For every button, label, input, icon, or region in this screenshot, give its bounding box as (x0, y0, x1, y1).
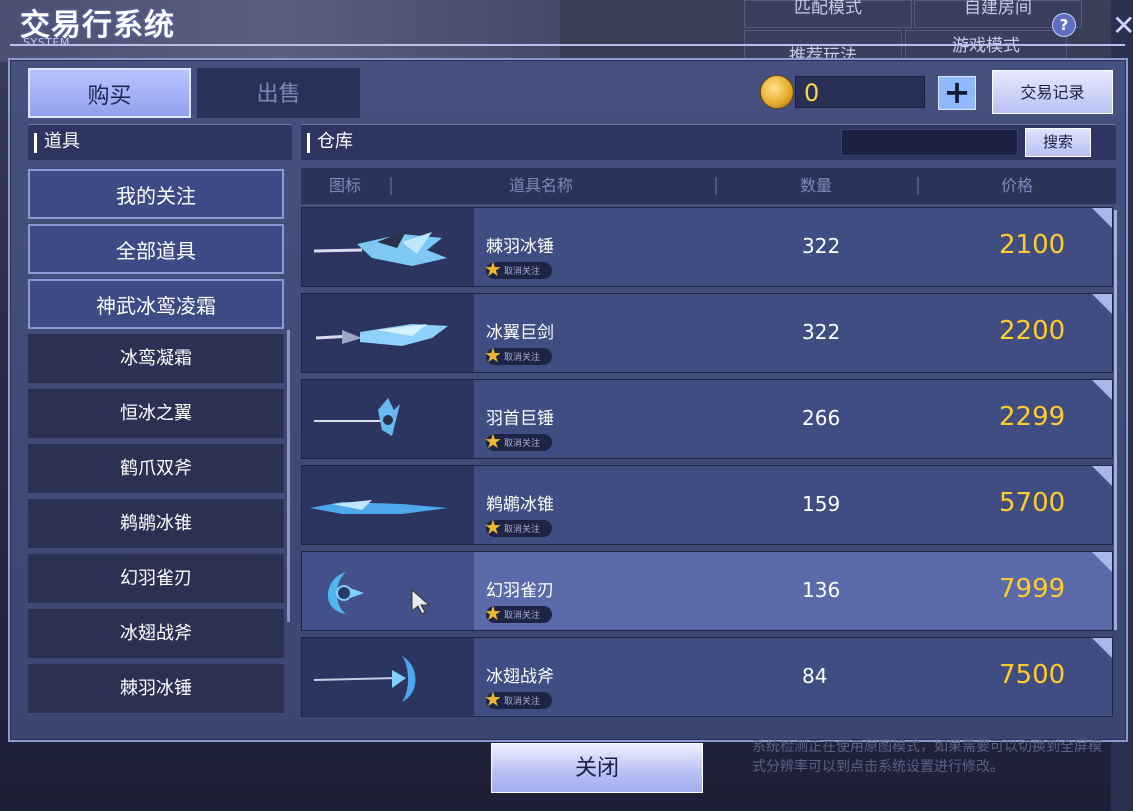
star-icon: ★ (484, 515, 502, 539)
category-item[interactable]: 幻羽雀刃 (28, 554, 284, 604)
unfollow-label: 取消关注 (504, 353, 541, 363)
column-name: 道具名称 (509, 176, 574, 195)
close-button[interactable]: 关闭 (491, 743, 703, 793)
category-scrollbar[interactable] (287, 330, 290, 622)
tab-buy[interactable]: 购买 (28, 68, 191, 118)
add-coins-button[interactable]: + (938, 76, 976, 110)
category-item[interactable]: 冰鸾凝霜 (28, 334, 284, 384)
category-item[interactable]: 恒冰之翼 (28, 389, 284, 439)
column-icon: 图标 (329, 176, 362, 195)
table-header: 图标 道具名称 数量 价格 (301, 168, 1116, 204)
unfollow-label: 取消关注 (504, 697, 541, 707)
ice-greatsword-icon (302, 294, 474, 372)
ice-spike-icon (302, 466, 474, 544)
category-item[interactable]: 棘羽冰锤 (28, 664, 284, 714)
coin-icon (760, 75, 794, 109)
item-quantity: 322 (802, 320, 841, 344)
item-price: 7500 (999, 660, 1066, 690)
table-row[interactable]: 冰翼巨剑 ★ 取消关注 322 2200 (301, 293, 1113, 373)
ice-battleaxe-icon (302, 638, 474, 716)
mouse-cursor-icon (411, 589, 431, 615)
table-row[interactable]: 冰翅战斧 ★ 取消关注 84 7500 (301, 637, 1113, 717)
table-scrollbar[interactable] (1114, 210, 1117, 630)
column-divider (917, 177, 919, 195)
star-icon: ★ (484, 429, 502, 453)
ice-hammer-icon (302, 208, 474, 286)
background-hint-text: 系统检测正在使用原图模式，如果需要可以切换到全屏模式分辨率可以到点击系统设置进行… (752, 739, 1102, 775)
item-price: 2100 (999, 230, 1066, 260)
trade-record-button[interactable]: 交易记录 (992, 70, 1113, 114)
item-price: 2299 (999, 402, 1066, 432)
category-set-bingluan-lingshuang[interactable]: 神武冰鸾凌霜 (28, 279, 284, 329)
item-name: 冰翼巨剑 (486, 323, 554, 343)
unfollow-button[interactable]: ★ 取消关注 (484, 344, 552, 366)
column-divider (715, 177, 717, 195)
item-name: 鹈鹕冰锥 (486, 495, 554, 515)
close-x-icon[interactable]: ✕ (1112, 12, 1133, 40)
search-input[interactable] (841, 129, 1018, 156)
crescent-blade-icon (302, 552, 474, 630)
item-quantity: 322 (802, 234, 841, 258)
item-name: 冰翅战斧 (486, 667, 554, 687)
category-item[interactable]: 冰翅战斧 (28, 609, 284, 659)
unfollow-label: 取消关注 (504, 439, 541, 449)
feather-hammer-icon (302, 380, 474, 458)
row-corner-decoration (1092, 294, 1112, 314)
category-my-favorites[interactable]: 我的关注 (28, 169, 284, 219)
star-icon: ★ (484, 687, 502, 711)
unfollow-label: 取消关注 (504, 525, 541, 535)
item-quantity: 136 (802, 578, 841, 602)
column-divider (390, 177, 392, 195)
unfollow-button[interactable]: ★ 取消关注 (484, 688, 552, 710)
item-quantity: 266 (802, 406, 841, 430)
item-quantity: 84 (802, 664, 828, 688)
title-divider (10, 44, 1125, 46)
title-bar: 交易行系统 SYSTEM ? ✕ (0, 0, 1133, 60)
unfollow-button[interactable]: ★ 取消关注 (484, 258, 552, 280)
item-name: 羽首巨锤 (486, 409, 554, 429)
row-corner-decoration (1092, 466, 1112, 486)
unfollow-button[interactable]: ★ 取消关注 (484, 430, 552, 452)
table-row[interactable]: 鹈鹕冰锥 ★ 取消关注 159 5700 (301, 465, 1113, 545)
row-corner-decoration (1092, 208, 1112, 228)
star-icon: ★ (484, 343, 502, 367)
category-item[interactable]: 鹤爪双斧 (28, 444, 284, 494)
unfollow-button[interactable]: ★ 取消关注 (484, 516, 552, 538)
unfollow-label: 取消关注 (504, 611, 541, 621)
item-name: 棘羽冰锤 (486, 237, 554, 257)
column-price: 价格 (1001, 176, 1034, 195)
category-item[interactable]: 鹈鹕冰锥 (28, 499, 284, 549)
item-price: 7999 (999, 574, 1066, 604)
coin-balance: 0 (795, 76, 925, 108)
category-all-items[interactable]: 全部道具 (28, 224, 284, 274)
table-row[interactable]: 羽首巨锤 ★ 取消关注 266 2299 (301, 379, 1113, 459)
item-price: 5700 (999, 488, 1066, 518)
row-corner-decoration (1092, 380, 1112, 400)
column-quantity: 数量 (800, 176, 833, 195)
item-name: 幻羽雀刃 (486, 581, 554, 601)
table-row[interactable]: 棘羽冰锤 ★ 取消关注 322 2100 (301, 207, 1113, 287)
search-button[interactable]: 搜索 (1025, 128, 1091, 157)
unfollow-button[interactable]: ★ 取消关注 (484, 602, 552, 624)
row-corner-decoration (1092, 638, 1112, 658)
page-subtitle: SYSTEM (23, 36, 70, 49)
help-icon[interactable]: ? (1052, 13, 1076, 37)
items-section-header: 道具 (28, 124, 292, 160)
star-icon: ★ (484, 257, 502, 281)
star-icon: ★ (484, 601, 502, 625)
tab-sell[interactable]: 出售 (197, 68, 360, 118)
row-corner-decoration (1092, 552, 1112, 572)
item-price: 2200 (999, 316, 1066, 346)
unfollow-label: 取消关注 (504, 267, 541, 277)
item-quantity: 159 (802, 492, 841, 516)
